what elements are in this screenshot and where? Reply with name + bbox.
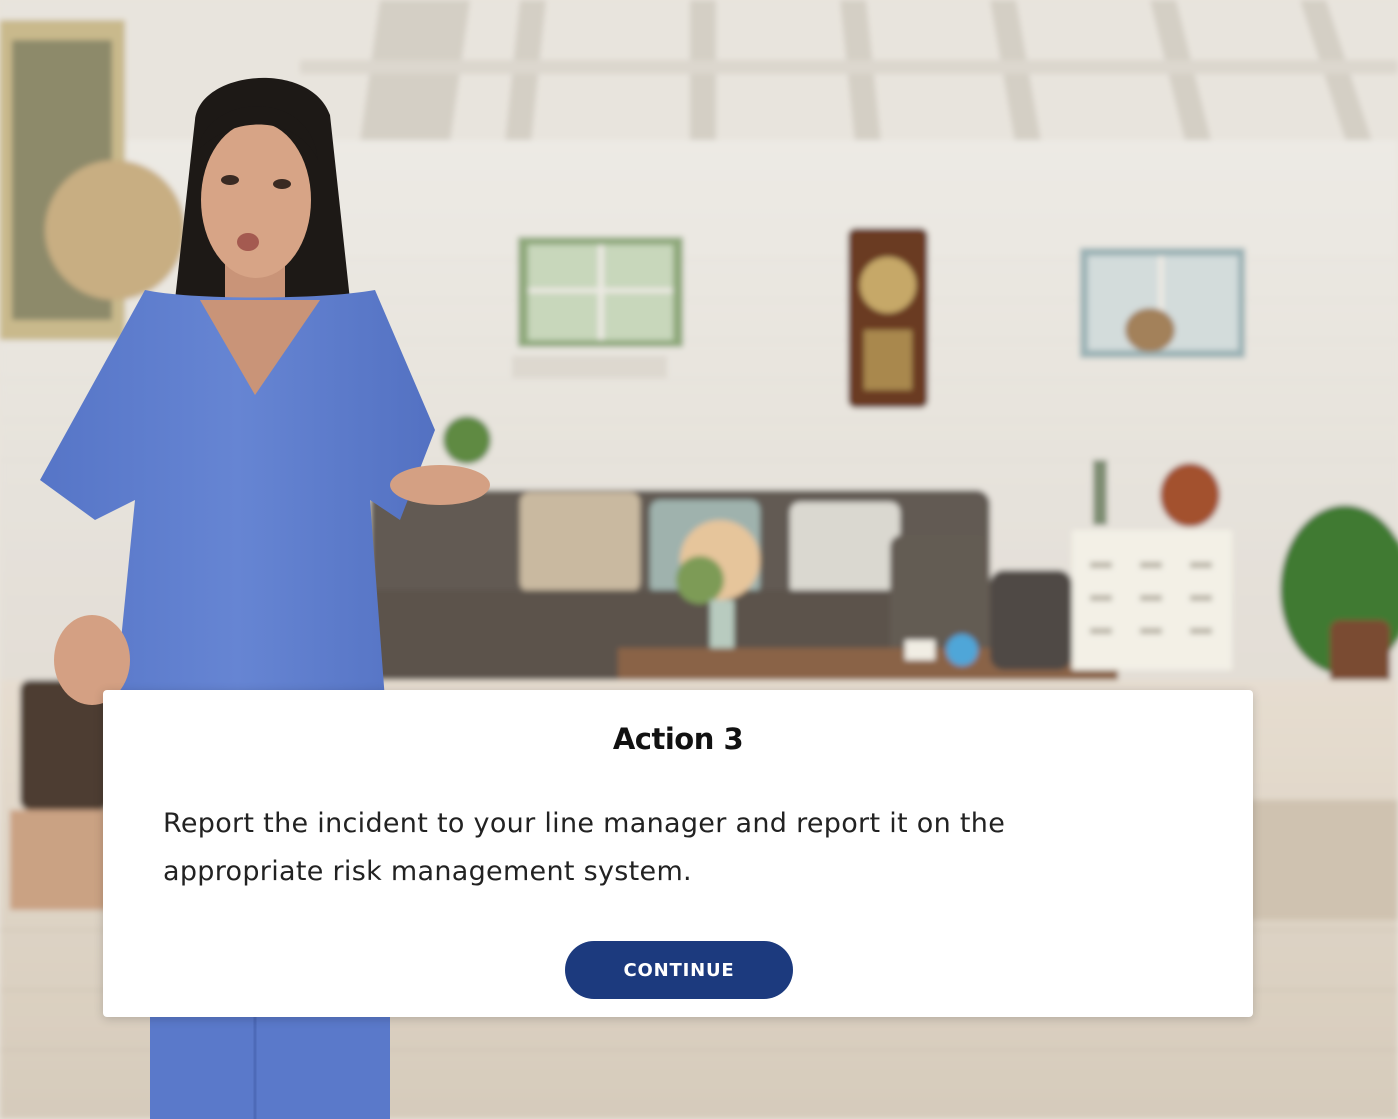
continue-button[interactable]: CONTINUE [565,941,793,999]
scenario-stage: Action 3 Report the incident to your lin… [0,0,1398,1119]
dialog-body: Report the incident to your line manager… [163,808,1006,887]
action-dialog: Action 3 Report the incident to your lin… [103,690,1253,1017]
dialog-title: Action 3 [612,722,744,756]
